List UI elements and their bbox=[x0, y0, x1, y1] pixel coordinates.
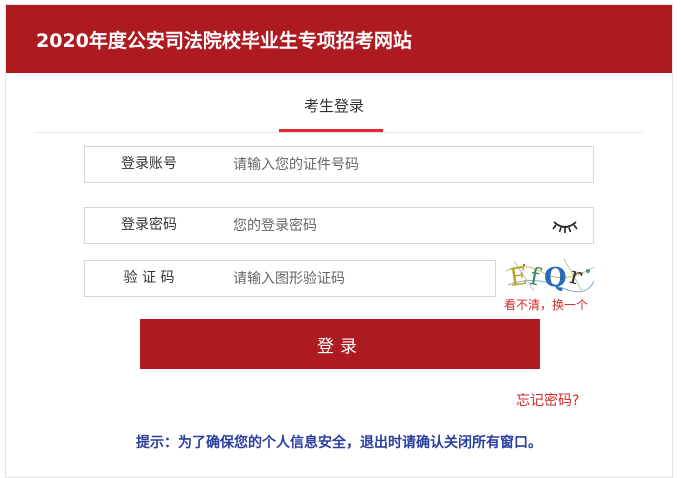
captcha-label: 验 证 码 bbox=[123, 270, 175, 286]
account-field: 登录账号 bbox=[84, 146, 594, 183]
security-tip: 提示：为了确保您的个人信息安全，退出时请确认关闭所有窗口。 bbox=[136, 435, 542, 451]
svg-text:f: f bbox=[528, 262, 544, 291]
tab-candidate-login[interactable]: 考生登录 bbox=[284, 95, 384, 116]
svg-text:Q: Q bbox=[544, 263, 567, 293]
password-label: 登录密码 bbox=[121, 217, 177, 233]
login-panel: 2020年度公安司法院校毕业生专项招考网站 考生登录 登录账号 登录密码 验 证… bbox=[5, 4, 673, 478]
svg-text:r: r bbox=[567, 261, 585, 291]
account-label: 登录账号 bbox=[121, 156, 177, 172]
captcha-image[interactable]: E f Q r bbox=[504, 257, 596, 293]
login-button[interactable]: 登录 bbox=[140, 319, 540, 369]
password-field: 登录密码 bbox=[84, 207, 594, 244]
password-input[interactable] bbox=[233, 213, 533, 238]
account-input[interactable] bbox=[233, 152, 533, 177]
site-title: 2020年度公安司法院校毕业生专项招考网站 bbox=[36, 30, 412, 52]
forgot-password-link[interactable]: 忘记密码? bbox=[516, 390, 579, 410]
site-header: 2020年度公安司法院校毕业生专项招考网站 bbox=[6, 5, 672, 73]
captcha-field: 验 证 码 bbox=[84, 260, 496, 297]
tab-divider bbox=[36, 132, 642, 133]
captcha-input[interactable] bbox=[233, 266, 483, 291]
eye-closed-icon[interactable] bbox=[551, 218, 579, 234]
captcha-refresh-link[interactable]: 看不清，换一个 bbox=[504, 296, 588, 313]
